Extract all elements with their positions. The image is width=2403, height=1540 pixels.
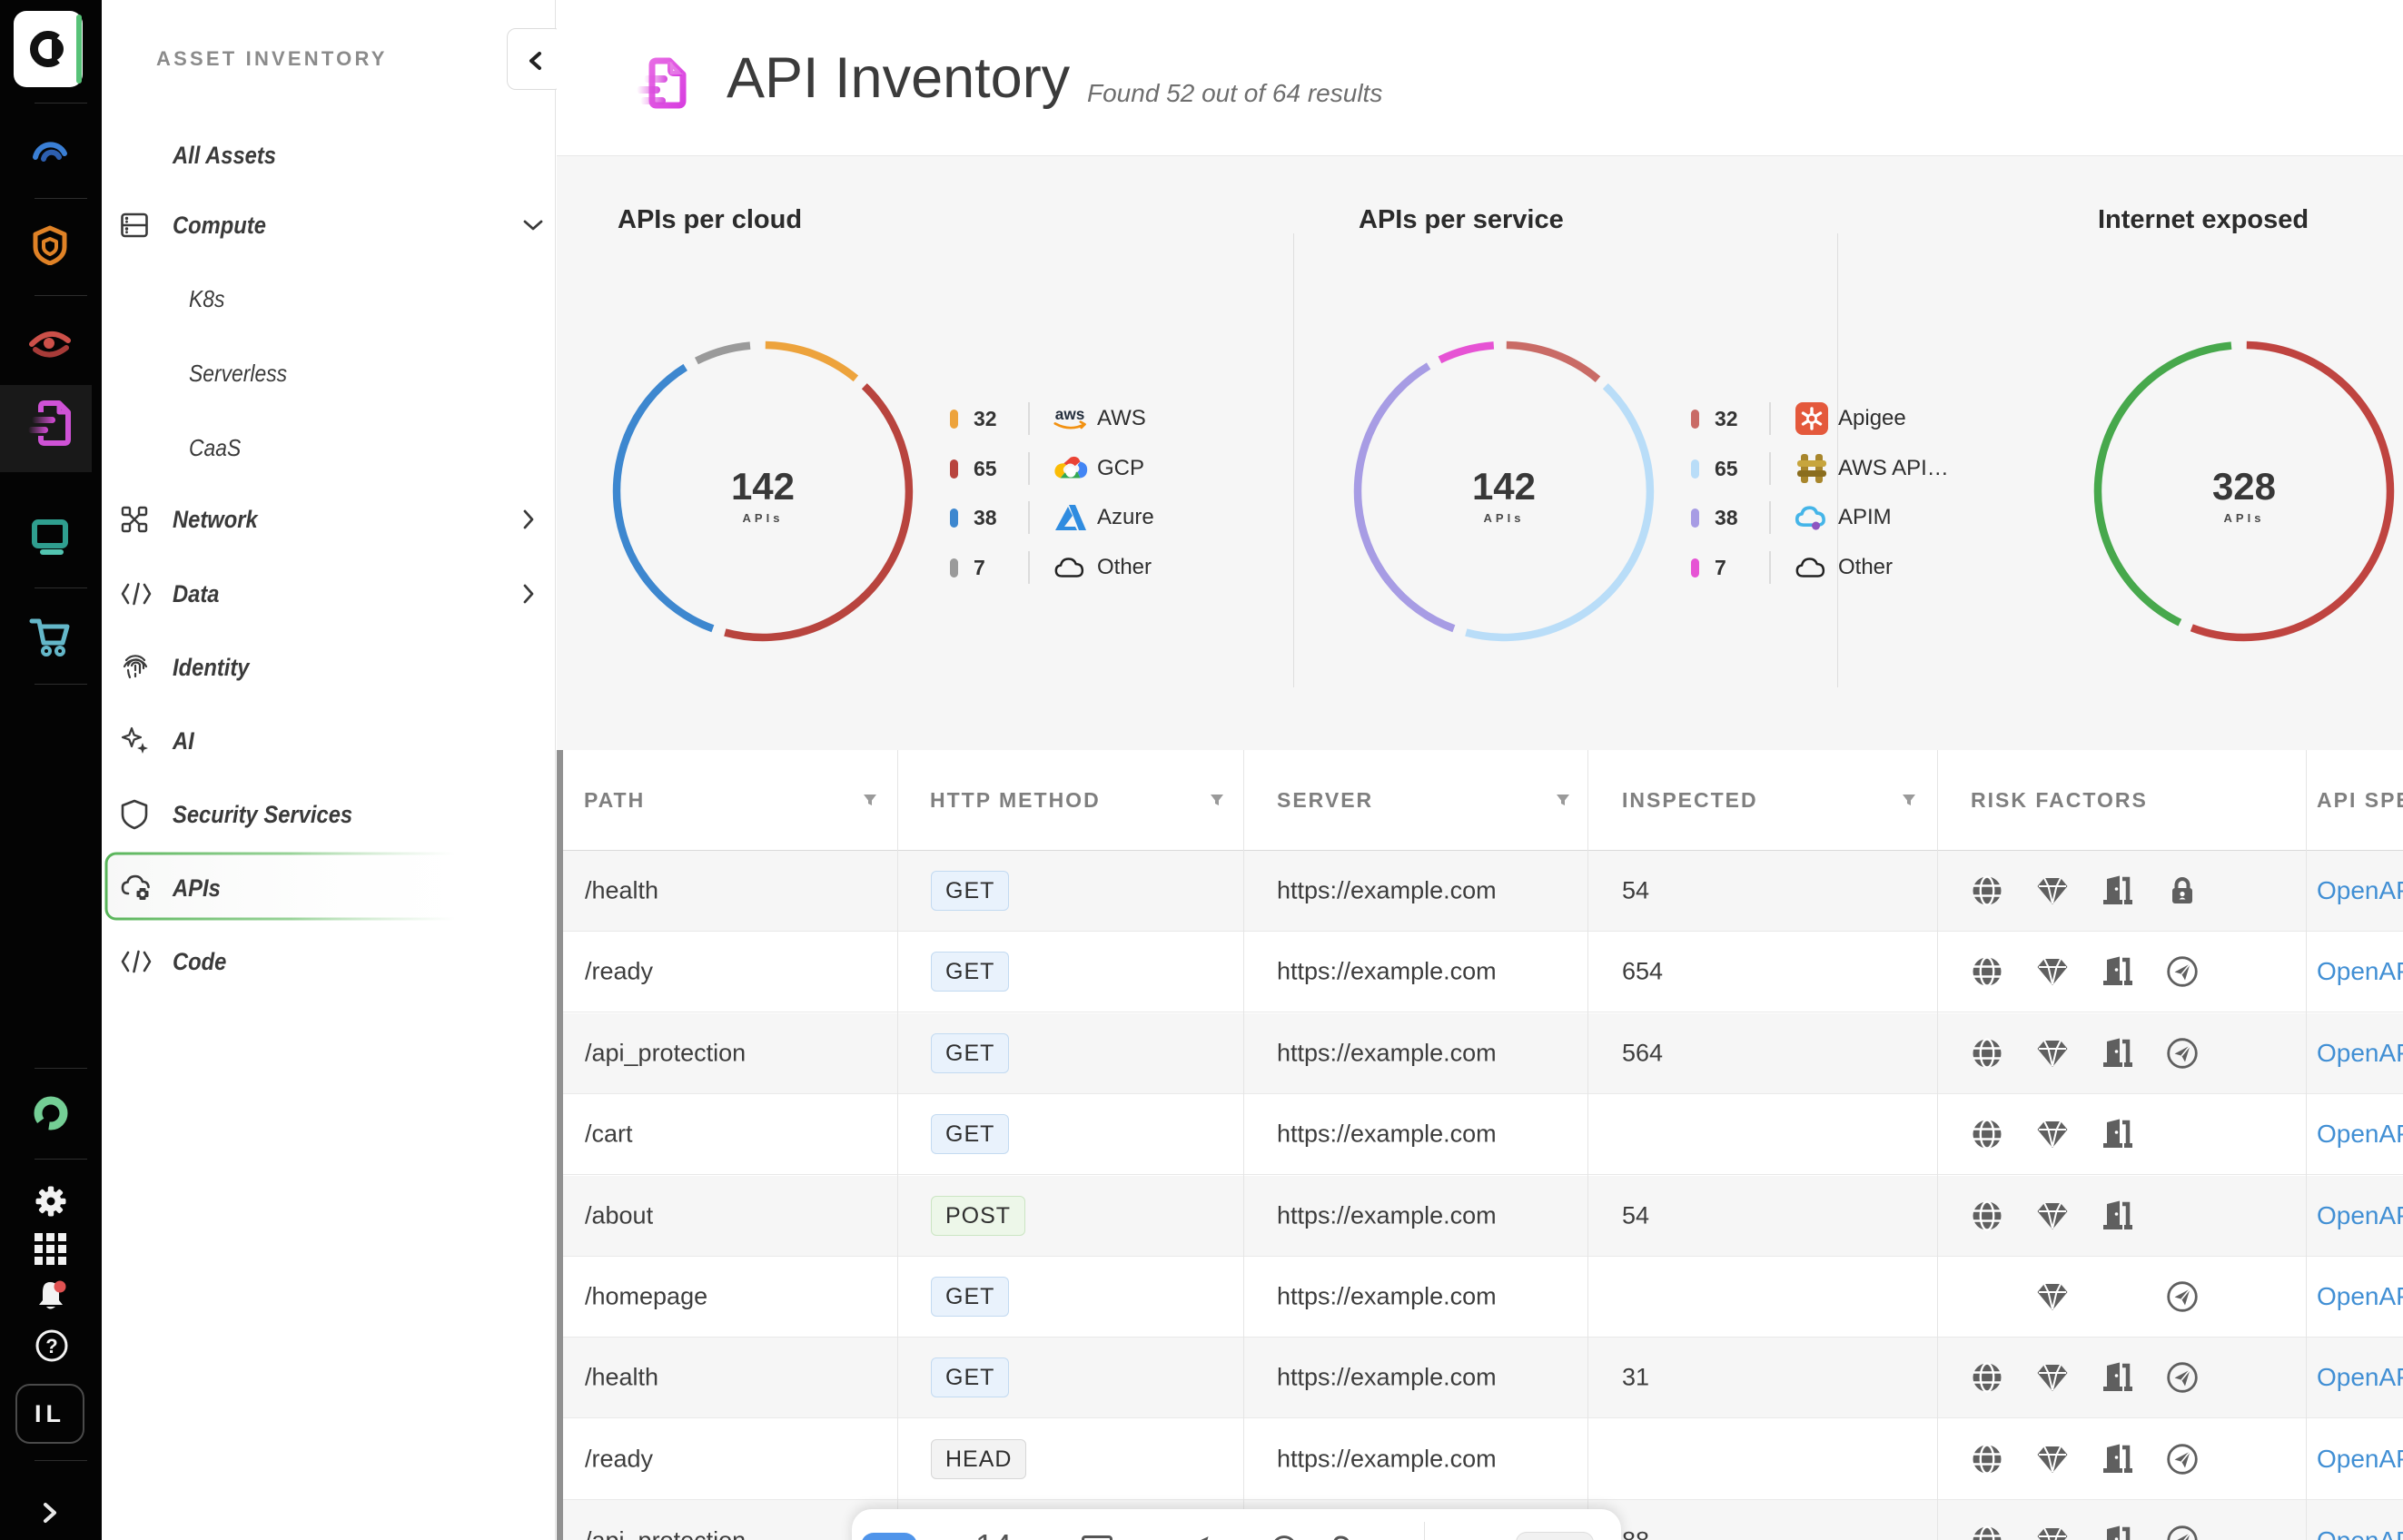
svg-text:?: ? — [45, 1335, 57, 1357]
svg-text:aws: aws — [1055, 405, 1085, 423]
